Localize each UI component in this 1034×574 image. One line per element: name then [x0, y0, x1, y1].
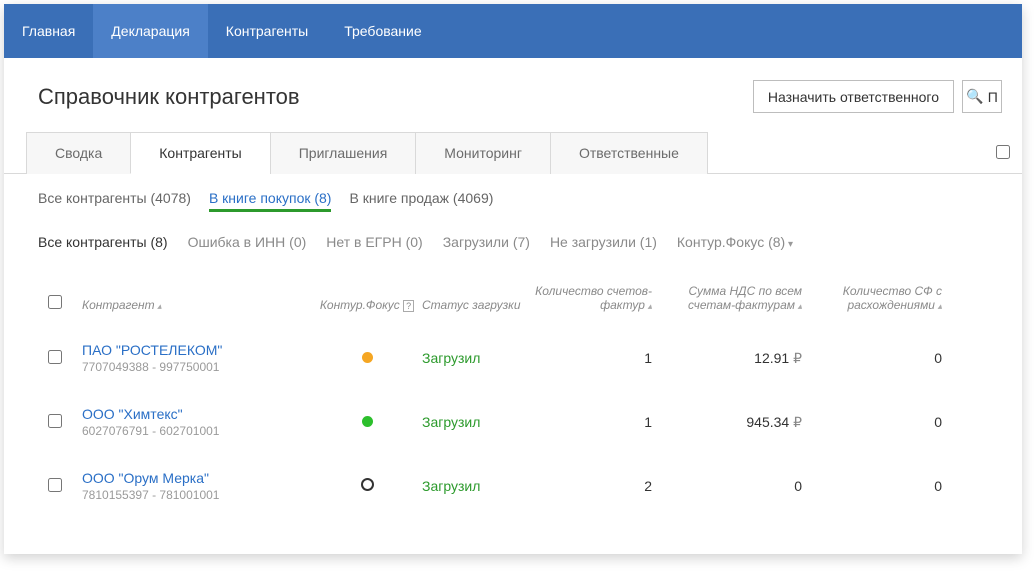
- table-row: ПАО "РОСТЕЛЕКОМ" 7707049388 - 997750001 …: [4, 326, 1022, 390]
- filter-no-egrn[interactable]: Нет в ЕГРН (0): [326, 234, 422, 250]
- top-nav: Главная Декларация Контрагенты Требовани…: [4, 4, 1022, 58]
- filter-uploaded[interactable]: Загрузили (7): [443, 234, 530, 250]
- table-row: ООО "Орум Мерка" 7810155397 - 781001001 …: [4, 454, 1022, 518]
- status-text: Загрузил: [422, 350, 532, 366]
- subtab-sales[interactable]: В книге продаж (4069): [349, 190, 493, 206]
- filter-row: Все контрагенты (8) Ошибка в ИНН (0) Нет…: [4, 216, 1022, 260]
- subtab-purchases[interactable]: В книге покупок (8): [209, 190, 332, 206]
- invoice-count: 2: [532, 478, 652, 494]
- col-counterparty[interactable]: Контрагент: [82, 298, 312, 312]
- diff-count: 0: [802, 350, 942, 366]
- search-button[interactable]: 🔍 П: [962, 80, 1002, 113]
- counterparty-link[interactable]: ООО "Орум Мерка": [82, 470, 312, 486]
- col-sum[interactable]: Сумма НДС по всем счетам-фактурам: [652, 284, 802, 312]
- col-status[interactable]: Статус загрузки: [422, 298, 532, 312]
- counterparty-ids: 7707049388 - 997750001: [82, 360, 312, 374]
- data-table: Контрагент Контур.Фокус ? Статус загрузк…: [4, 260, 1022, 518]
- page-header: Справочник контрагентов Назначить ответс…: [4, 58, 1022, 131]
- diff-count: 0: [802, 478, 942, 494]
- tabs: Сводка Контрагенты Приглашения Мониторин…: [4, 131, 1022, 174]
- select-all-checkbox[interactable]: [48, 295, 62, 309]
- assign-responsible-button[interactable]: Назначить ответственного: [753, 80, 954, 113]
- search-icon: 🔍: [966, 88, 983, 105]
- filter-inn-error[interactable]: Ошибка в ИНН (0): [188, 234, 307, 250]
- focus-dot-icon: [362, 416, 373, 427]
- vat-sum: 12.91: [754, 350, 802, 366]
- col-diff[interactable]: Количество СФ с расхождениями: [802, 284, 942, 312]
- table-row: ООО "Химтекс" 6027076791 - 602701001 Заг…: [4, 390, 1022, 454]
- page-title: Справочник контрагентов: [38, 84, 300, 110]
- filter-not-uploaded[interactable]: Не загрузили (1): [550, 234, 657, 250]
- subtab-all[interactable]: Все контрагенты (4078): [38, 190, 191, 206]
- filter-all[interactable]: Все контрагенты (8): [38, 234, 168, 250]
- filter-kontur-focus[interactable]: Контур.Фокус (8): [677, 234, 793, 250]
- col-count[interactable]: Количество счетов-фактур: [532, 284, 652, 312]
- vat-sum: 945.34: [746, 414, 802, 430]
- tab-monitoring[interactable]: Мониторинг: [415, 132, 551, 174]
- vat-sum: 0: [652, 478, 802, 494]
- status-text: Загрузил: [422, 478, 532, 494]
- tab-counterparties[interactable]: Контрагенты: [130, 132, 270, 174]
- tab-summary[interactable]: Сводка: [26, 132, 131, 174]
- table-header: Контрагент Контур.Фокус ? Статус загрузк…: [4, 260, 1022, 326]
- row-checkbox[interactable]: [48, 414, 62, 428]
- status-text: Загрузил: [422, 414, 532, 430]
- tab-responsible[interactable]: Ответственные: [550, 132, 708, 174]
- row-checkbox[interactable]: [48, 478, 62, 492]
- nav-declaration[interactable]: Декларация: [93, 4, 208, 58]
- help-icon[interactable]: ?: [403, 300, 414, 312]
- counterparty-link[interactable]: ПАО "РОСТЕЛЕКОМ": [82, 342, 312, 358]
- sub-tabs: Все контрагенты (4078) В книге покупок (…: [4, 174, 1022, 216]
- counterparty-ids: 7810155397 - 781001001: [82, 488, 312, 502]
- col-focus[interactable]: Контур.Фокус ?: [312, 298, 422, 312]
- diff-count: 0: [802, 414, 942, 430]
- counterparty-link[interactable]: ООО "Химтекс": [82, 406, 312, 422]
- invoice-count: 1: [532, 350, 652, 366]
- counterparty-ids: 6027076791 - 602701001: [82, 424, 312, 438]
- nav-requirement[interactable]: Требование: [326, 4, 439, 58]
- tab-invitations[interactable]: Приглашения: [270, 132, 417, 174]
- nav-main[interactable]: Главная: [4, 4, 93, 58]
- show-all-checkbox[interactable]: [996, 145, 1010, 159]
- nav-counterparties[interactable]: Контрагенты: [208, 4, 326, 58]
- row-checkbox[interactable]: [48, 350, 62, 364]
- invoice-count: 1: [532, 414, 652, 430]
- search-hint: П: [988, 89, 998, 105]
- focus-dot-icon: [362, 352, 373, 363]
- focus-dot-icon: [361, 478, 374, 491]
